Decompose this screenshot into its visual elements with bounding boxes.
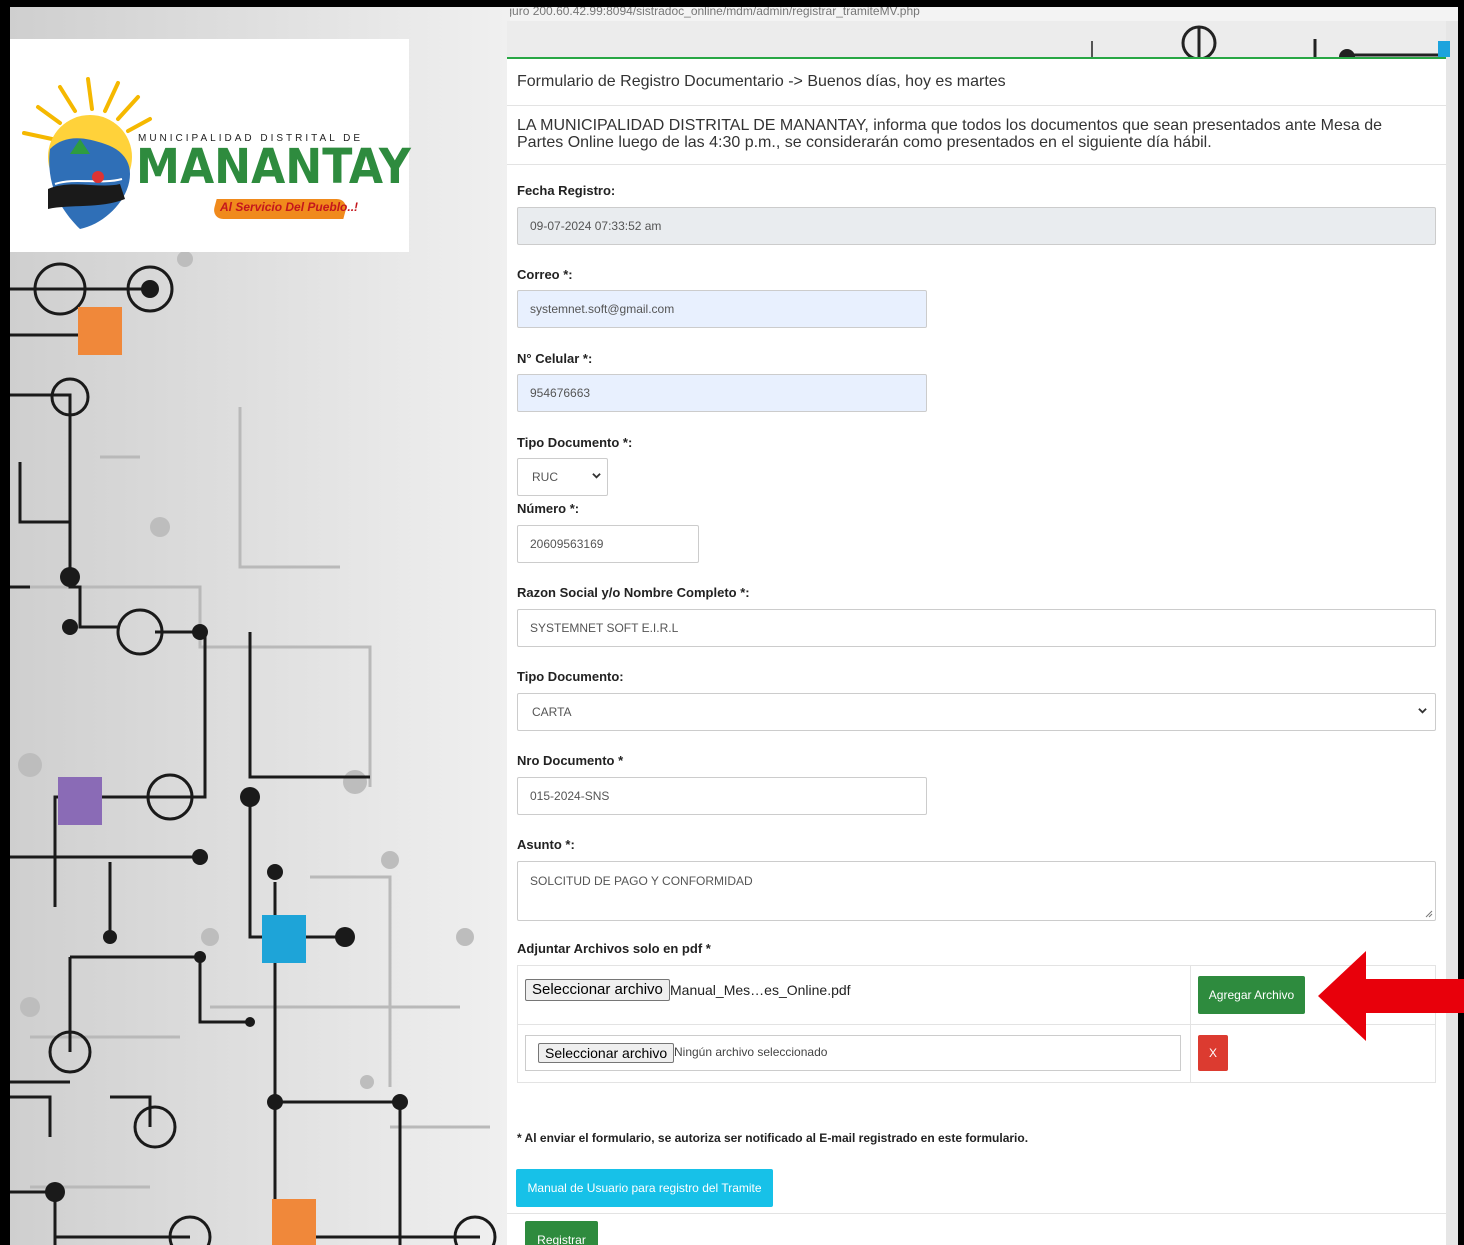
file-name-1: Manual_Mes…es_Online.pdf (670, 982, 851, 998)
divider (518, 1024, 1435, 1025)
red-arrow-icon (1318, 951, 1464, 1041)
tipo-doc-id-value: RUC (532, 470, 558, 484)
form-notice: LA MUNICIPALIDAD DISTRITAL DE MANANTAY, … (517, 117, 1382, 151)
remove-file-button[interactable]: X (1198, 1035, 1228, 1071)
razon-social-field[interactable]: SYSTEMNET SOFT E.I.R.L (517, 609, 1436, 647)
resize-handle-icon[interactable] (1425, 910, 1433, 918)
browser-viewport: ‹ › ↻ ☆ No es seguro 200.60.42.99:8094/s… (10, 7, 1458, 1245)
manual-usuario-button[interactable]: Manual de Usuario para registro del Tram… (516, 1169, 773, 1207)
numero-field[interactable]: 20609563169 (517, 525, 699, 563)
phone-field[interactable]: 954676663 (517, 374, 927, 412)
divider (507, 164, 1446, 165)
file-select-button-2[interactable]: Seleccionar archivo (538, 1043, 675, 1063)
chevron-down-icon (592, 473, 601, 479)
content-top-decoration (507, 21, 1450, 57)
divider (1190, 966, 1191, 1082)
tipo-doc-select[interactable]: CARTA (517, 693, 1436, 731)
tipo-doc-id-select[interactable]: RUC (517, 458, 608, 496)
tipo-doc-value: CARTA (532, 705, 572, 719)
file-name-2: Ningún archivo seleccionado (674, 1045, 828, 1059)
nro-doc-field[interactable]: 015-2024-SNS (517, 777, 927, 815)
asunto-textarea[interactable]: SOLCITUD DE PAGO Y CONFORMIDAD (517, 861, 1436, 921)
tipo-doc-id-label: Tipo Documento *: (517, 435, 633, 450)
correo-label: Correo *: (517, 267, 573, 282)
registrar-button[interactable]: Registrar (525, 1221, 598, 1245)
file-input-2[interactable]: Seleccionar archivo Ningún archivo selec… (525, 1035, 1181, 1071)
fecha-label: Fecha Registro: (517, 183, 616, 198)
divider (507, 105, 1446, 106)
file-select-button-1[interactable]: Seleccionar archivo (525, 979, 670, 1001)
attachments-table: Seleccionar archivo Manual_Mes…es_Online… (517, 965, 1436, 1083)
celular-label: N° Celular *: (517, 351, 593, 366)
razon-label: Razon Social y/o Nombre Completo *: (517, 585, 750, 600)
registration-form: Formulario de Registro Documentario -> B… (507, 57, 1446, 1245)
asunto-label: Asunto *: (517, 837, 575, 852)
municipality-logo: MUNICIPALIDAD DISTRITAL DE MANANTAY Al S… (10, 39, 411, 252)
adjuntar-label: Adjuntar Archivos solo en pdf * (517, 941, 711, 956)
divider (507, 1213, 1446, 1214)
blue-square-decoration (1438, 41, 1450, 57)
email-field[interactable]: systemnet.soft@gmail.com (517, 290, 927, 328)
chevron-down-icon (1418, 708, 1427, 714)
logo-slogan: Al Servicio Del Pueblo..! (220, 200, 359, 214)
fecha-field: 09-07-2024 07:33:52 am (517, 207, 1436, 245)
address-url[interactable]: No es seguro 200.60.42.99:8094/sistradoc… (458, 7, 920, 18)
autoriza-note: * Al enviar el formulario, se autoriza s… (517, 1131, 1029, 1145)
nro-doc-label: Nro Documento * (517, 753, 624, 768)
logo-line2: MANANTAY (136, 139, 411, 195)
asunto-value: SOLCITUD DE PAGO Y CONFORMIDAD (530, 874, 753, 888)
tipo-doc-label: Tipo Documento: (517, 669, 624, 684)
form-header: Formulario de Registro Documentario -> B… (517, 73, 1006, 90)
numero-label: Número *: (517, 501, 580, 516)
agregar-archivo-button[interactable]: Agregar Archivo (1198, 976, 1305, 1014)
